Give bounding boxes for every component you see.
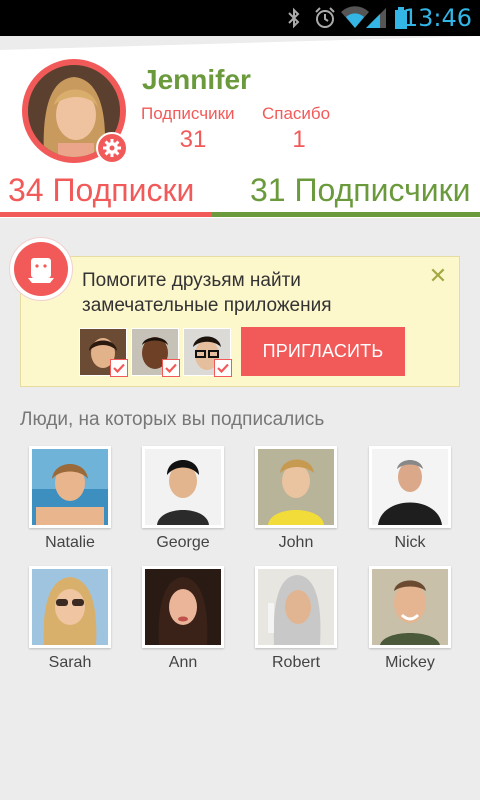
person-photo [142, 566, 224, 648]
check-icon [110, 359, 128, 377]
thanks-count: 1 [292, 126, 306, 153]
following-underline [0, 212, 212, 217]
following-number: 34 [8, 172, 44, 208]
following-label: Подписки [52, 172, 195, 208]
clock: 13:46 [402, 4, 472, 32]
person-card[interactable]: Robert [255, 566, 337, 672]
check-icon [162, 359, 180, 377]
person-name: Mickey [385, 654, 435, 671]
person-name: Robert [271, 654, 321, 671]
person-name: Natalie [45, 534, 95, 551]
section-title: Люди, на которых вы подписались [20, 409, 325, 430]
person-card[interactable]: Nick [369, 446, 451, 552]
person-card[interactable]: Mickey [369, 566, 451, 672]
check-icon [214, 359, 232, 377]
person-name: Sarah [48, 654, 92, 671]
status-bar: 13:46 [0, 0, 480, 36]
person-card[interactable]: Sarah [29, 566, 111, 672]
invite-icon [14, 242, 68, 296]
tab-following[interactable]: 34 Подписки [8, 172, 194, 209]
person-name: Nick [394, 534, 426, 551]
person-photo [369, 446, 451, 528]
person-photo [369, 566, 451, 648]
followers-number: 31 [250, 172, 286, 208]
invite-message: Помогите друзьям найти замечательные при… [82, 270, 332, 316]
gear-icon [103, 139, 121, 157]
followers-tab-label: Подписчики [294, 172, 471, 208]
followers-label: Подписчики [141, 104, 235, 123]
tab-followers[interactable]: 31 Подписчики [250, 172, 471, 209]
close-icon[interactable]: ✕ [426, 264, 450, 288]
person-card[interactable]: John [255, 446, 337, 552]
thanks-label: Спасибо [262, 104, 331, 123]
person-name: George [156, 534, 210, 551]
signal-icon [366, 8, 386, 28]
person-card[interactable]: Natalie [29, 446, 111, 552]
person-photo [255, 566, 337, 648]
person-name: Ann [168, 654, 198, 671]
person-name: John [278, 534, 314, 551]
friend-thumb[interactable] [131, 328, 180, 377]
person-photo [142, 446, 224, 528]
alarm-icon [315, 7, 335, 28]
bluetooth-icon [288, 7, 300, 29]
friend-thumb[interactable] [183, 328, 232, 377]
friend-thumb[interactable] [79, 328, 128, 377]
app-box-icon [28, 258, 54, 283]
person-photo [255, 446, 337, 528]
person-photo [29, 566, 111, 648]
profile-name: Jennifer [142, 64, 251, 95]
followers-count: 31 [179, 126, 207, 153]
followers-underline [212, 212, 480, 217]
person-photo [29, 446, 111, 528]
settings-button[interactable] [96, 132, 128, 164]
person-card[interactable]: George [142, 446, 224, 552]
person-card[interactable]: Ann [142, 566, 224, 672]
invite-button[interactable]: ПРИГЛАСИТЬ [241, 327, 405, 376]
